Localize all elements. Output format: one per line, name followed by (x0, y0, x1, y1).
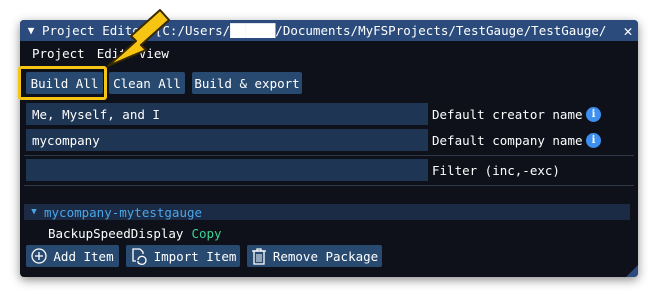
annotation-arrow (107, 9, 170, 67)
